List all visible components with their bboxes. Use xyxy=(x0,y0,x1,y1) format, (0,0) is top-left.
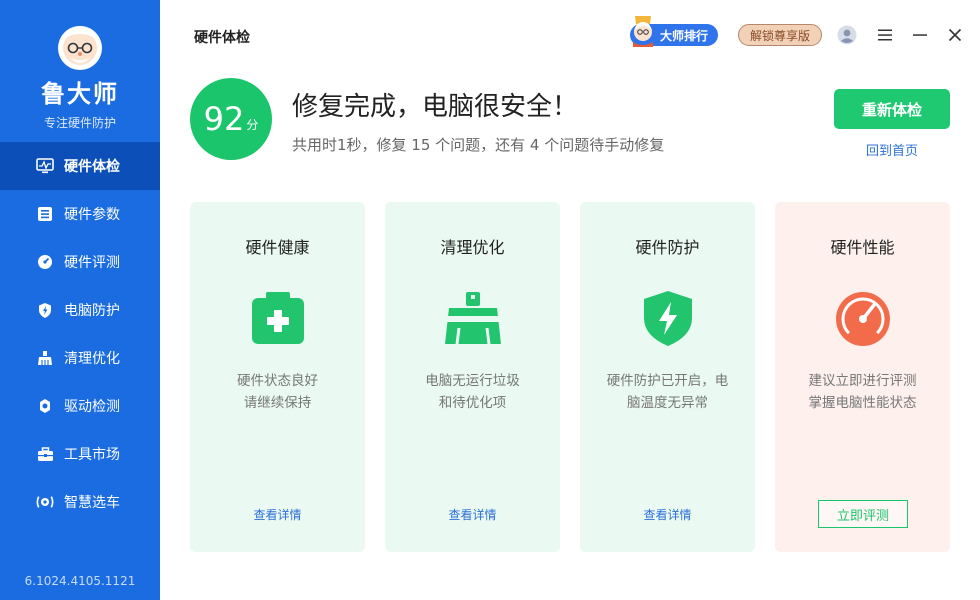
sidebar-item-pc-protection[interactable]: 电脑防护 xyxy=(0,286,160,334)
card-desc-line: 请继续保持 xyxy=(200,392,355,414)
card-hardware-performance: 硬件性能 建议立即进行评测 掌握电脑性能状态 立即评测 xyxy=(775,202,950,552)
recheck-button[interactable]: 重新体检 xyxy=(834,89,950,129)
card-description: 硬件防护已开启，电 脑温度无异常 xyxy=(590,370,745,414)
list-icon xyxy=(36,205,54,223)
master-ranking-label: 大师排行 xyxy=(660,27,708,44)
sidebar-item-driver-check[interactable]: 驱动检测 xyxy=(0,382,160,430)
gauge-icon xyxy=(36,253,54,271)
sidebar-item-label: 电脑防护 xyxy=(64,300,120,320)
medical-kit-icon xyxy=(248,288,308,348)
shield-icon xyxy=(36,301,54,319)
top-bar: 硬件体检 大师排行 解锁尊享版 xyxy=(160,0,980,70)
monitor-icon xyxy=(36,157,54,175)
card-desc-line: 硬件状态良好 xyxy=(200,370,355,392)
sidebar-item-label: 硬件评测 xyxy=(64,252,120,272)
trophy-avatar-icon xyxy=(628,14,658,48)
sidebar-nav: 硬件体检 硬件参数 硬件评测 电脑防护 清理优化 xyxy=(0,142,160,526)
sidebar-item-hardware-params[interactable]: 硬件参数 xyxy=(0,190,160,238)
close-icon[interactable] xyxy=(944,24,966,46)
menu-icon[interactable] xyxy=(874,24,896,46)
speedometer-icon xyxy=(833,288,893,348)
master-ranking-button[interactable]: 大师排行 xyxy=(630,24,718,46)
unlock-premium-button[interactable]: 解锁尊享版 xyxy=(738,24,822,46)
minimize-icon[interactable] xyxy=(909,24,931,46)
view-details-link[interactable]: 查看详情 xyxy=(580,506,755,523)
card-hardware-protection: 硬件防护 硬件防护已开启，电 脑温度无异常 查看详情 xyxy=(580,202,755,552)
card-description: 硬件状态良好 请继续保持 xyxy=(200,370,355,414)
sidebar-item-hardware-benchmark[interactable]: 硬件评测 xyxy=(0,238,160,286)
card-desc-line: 掌握电脑性能状态 xyxy=(785,392,940,414)
sidebar-item-label: 智慧选车 xyxy=(64,492,120,512)
card-desc-line: 脑温度无异常 xyxy=(590,392,745,414)
logo-block: 鲁大师 专注硬件防护 xyxy=(0,18,160,131)
card-title: 硬件性能 xyxy=(775,234,950,258)
version-label: 6.1024.4105.1121 xyxy=(0,574,160,588)
broom-icon xyxy=(443,288,503,348)
card-clean-optimize: 清理优化 电脑无运行垃圾 和待优化项 查看详情 xyxy=(385,202,560,552)
brand-name: 鲁大师 xyxy=(0,80,160,108)
view-details-link[interactable]: 查看详情 xyxy=(385,506,560,523)
lightning-shield-icon xyxy=(638,288,698,348)
sidebar-item-label: 清理优化 xyxy=(64,348,120,368)
page-title: 硬件体检 xyxy=(194,27,250,47)
view-details-link[interactable]: 查看详情 xyxy=(190,506,365,523)
card-desc-line: 和待优化项 xyxy=(395,392,550,414)
back-home-link[interactable]: 回到首页 xyxy=(834,140,950,159)
sidebar-item-label: 硬件体检 xyxy=(64,156,120,176)
sidebar-item-clean-optimize[interactable]: 清理优化 xyxy=(0,334,160,382)
sidebar-item-smart-car[interactable]: 智慧选车 xyxy=(0,478,160,526)
logo-icon xyxy=(52,18,108,74)
sidebar-item-hardware-check[interactable]: 硬件体检 xyxy=(0,142,160,190)
card-description: 建议立即进行评测 掌握电脑性能状态 xyxy=(785,370,940,414)
card-title: 硬件健康 xyxy=(190,234,365,258)
card-desc-line: 硬件防护已开启，电 xyxy=(590,370,745,392)
sidebar-item-label: 驱动检测 xyxy=(64,396,120,416)
score-value: 92 xyxy=(204,100,245,138)
gear-icon xyxy=(36,397,54,415)
score-unit: 分 xyxy=(246,116,258,133)
card-description: 电脑无运行垃圾 和待优化项 xyxy=(395,370,550,414)
benchmark-now-button[interactable]: 立即评测 xyxy=(818,500,908,528)
broom-icon xyxy=(36,349,54,367)
card-title: 硬件防护 xyxy=(580,234,755,258)
sidebar: 鲁大师 专注硬件防护 硬件体检 硬件参数 硬件评测 电脑防护 xyxy=(0,0,160,600)
card-hardware-health: 硬件健康 硬件状态良好 请继续保持 查看详情 xyxy=(190,202,365,552)
card-title: 清理优化 xyxy=(385,234,560,258)
toolbox-icon xyxy=(36,445,54,463)
sidebar-item-label: 硬件参数 xyxy=(64,204,120,224)
sidebar-item-label: 工具市场 xyxy=(64,444,120,464)
sidebar-item-tool-market[interactable]: 工具市场 xyxy=(0,430,160,478)
result-title: 修复完成，电脑很安全！ xyxy=(292,86,578,123)
result-summary: 共用时1秒，修复 15 个问题，还有 4 个问题待手动修复 xyxy=(292,134,664,155)
brand-slogan: 专注硬件防护 xyxy=(0,114,160,131)
car-icon xyxy=(36,493,54,511)
card-desc-line: 建议立即进行评测 xyxy=(785,370,940,392)
card-desc-line: 电脑无运行垃圾 xyxy=(395,370,550,392)
score-badge: 92 分 xyxy=(190,78,272,160)
user-avatar-icon[interactable] xyxy=(836,24,858,46)
